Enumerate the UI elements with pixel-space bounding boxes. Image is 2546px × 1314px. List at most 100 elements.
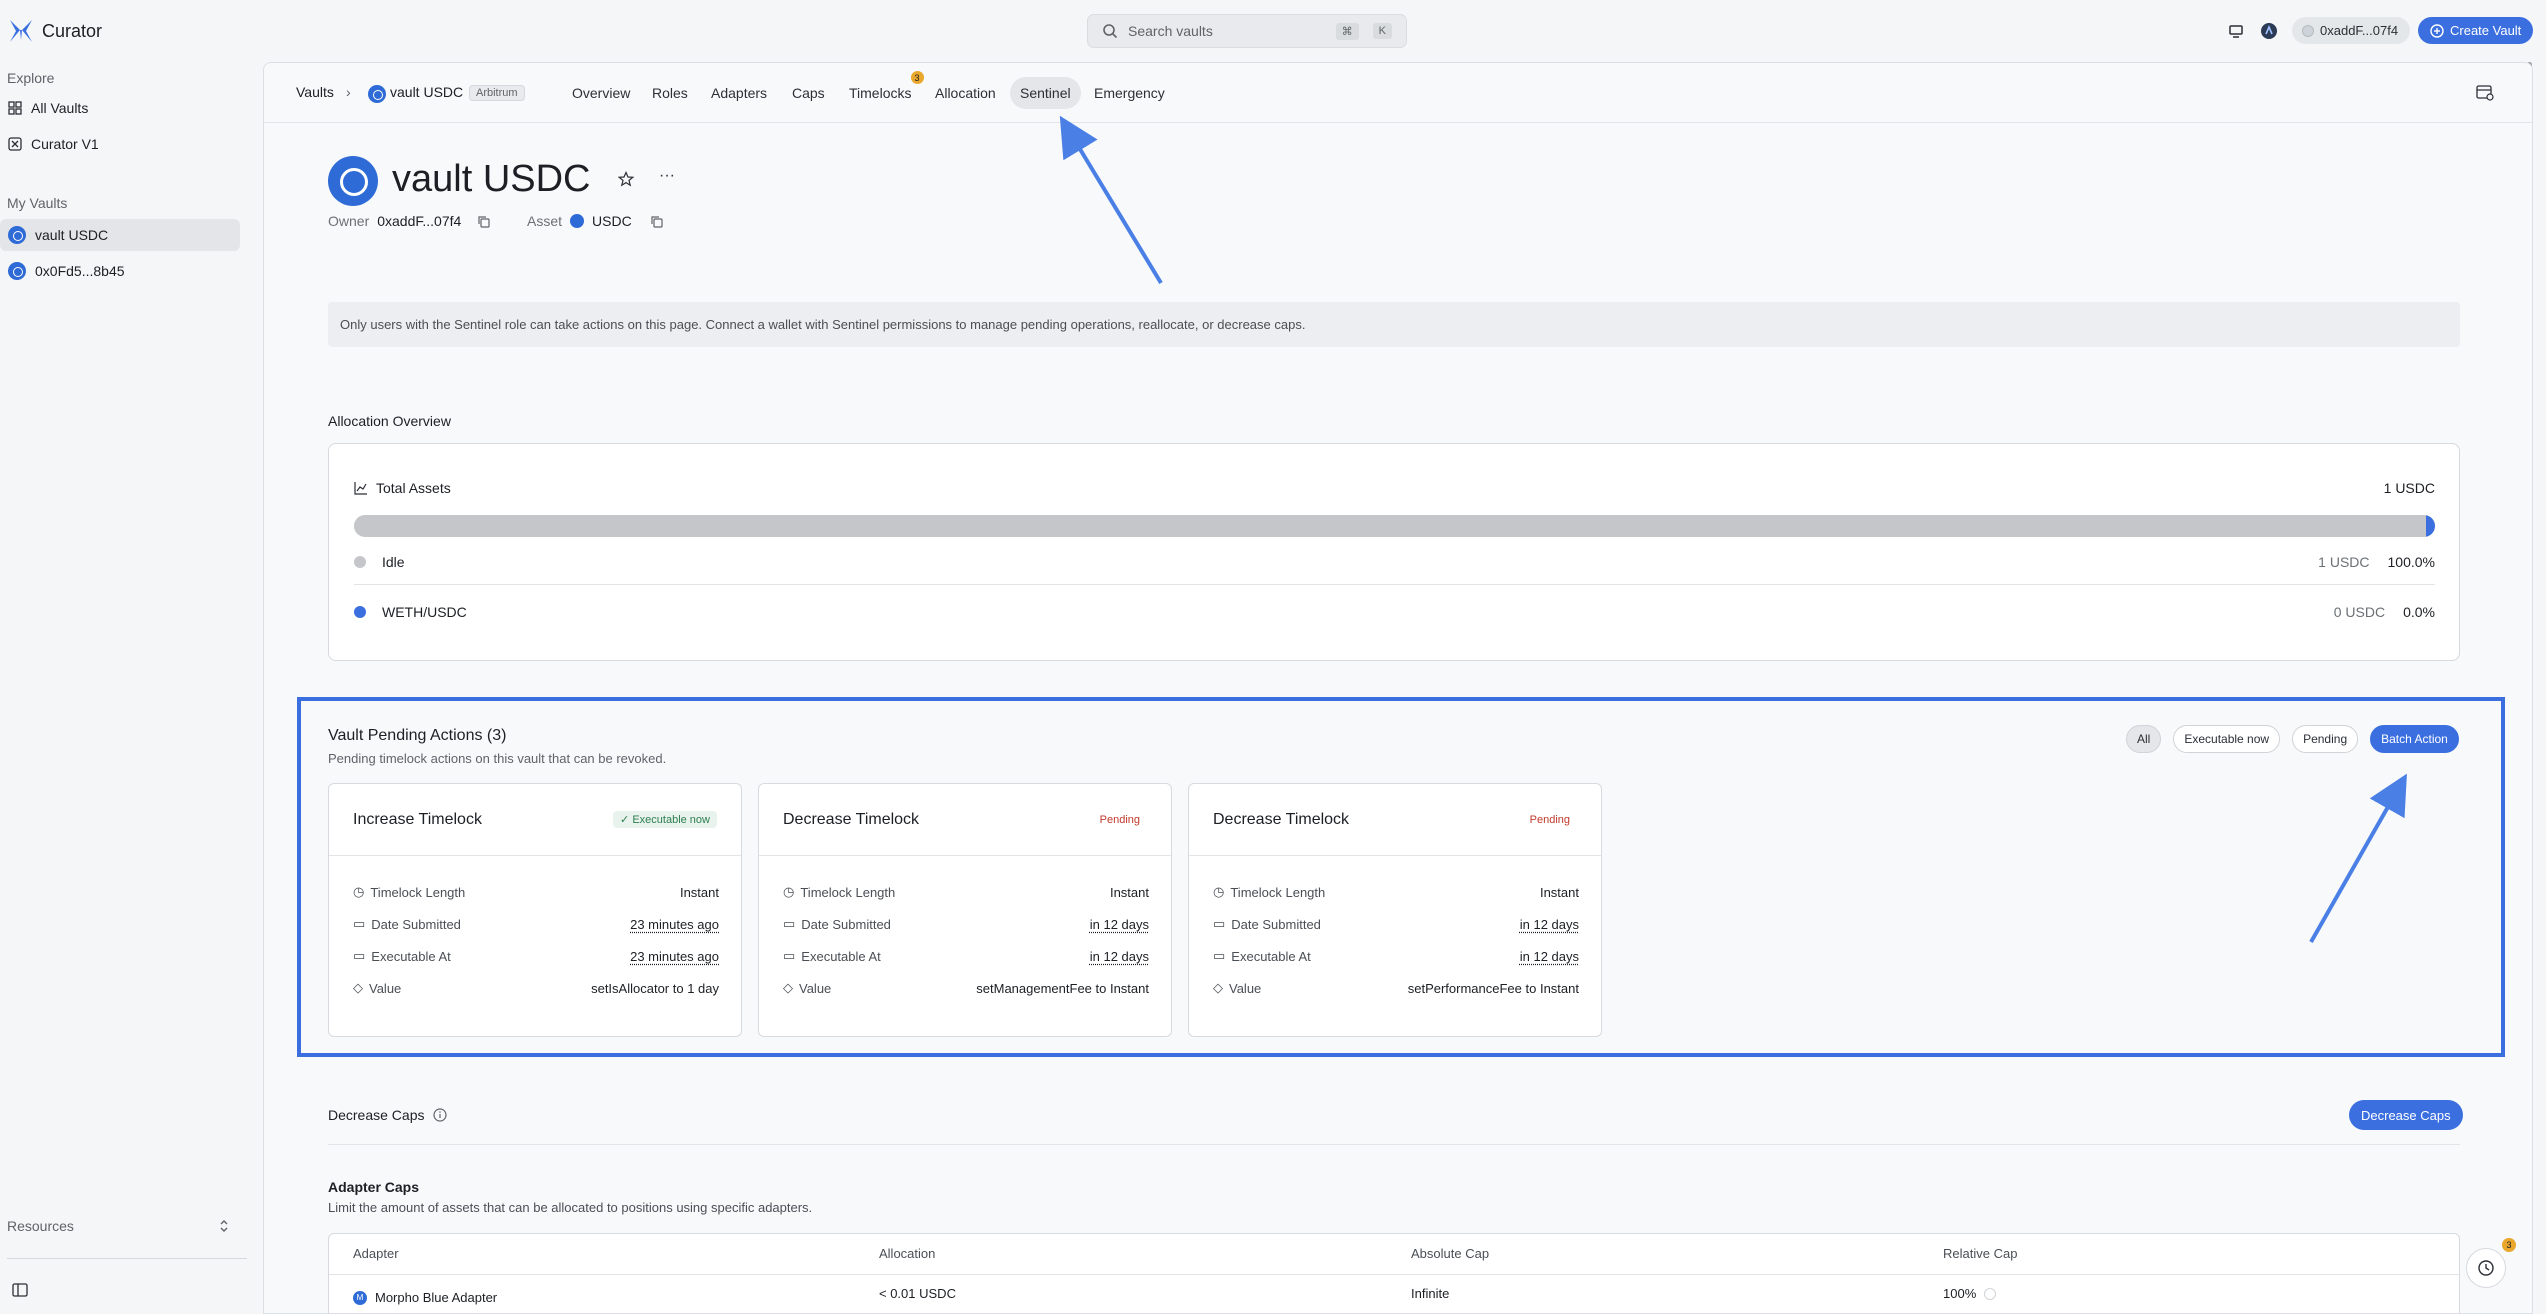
wallet-button[interactable]: 0xaddF...07f4 (2292, 17, 2411, 44)
tab-overview[interactable]: Overview (562, 77, 640, 109)
butterfly-logo-icon (10, 20, 32, 42)
row-label: Timelock Length (370, 884, 466, 900)
pending-actions-title: Vault Pending Actions (3) (328, 727, 507, 744)
info-icon[interactable] (432, 1108, 447, 1122)
filter-pending-button[interactable]: Pending (2292, 725, 2359, 753)
tab-caps[interactable]: Caps (782, 77, 835, 109)
monitor-icon[interactable] (2224, 19, 2248, 43)
star-icon[interactable] (617, 171, 635, 192)
legend-dot (354, 556, 366, 568)
card-header: Decrease Timelock Pending (759, 784, 1171, 856)
resources-label: Resources (7, 1218, 74, 1234)
cell-text: Morpho Blue Adapter (375, 1290, 498, 1305)
sidebar-item-vault-usdc[interactable]: vault USDC (0, 219, 240, 251)
sidebar-item-vault-0x0fd5[interactable]: 0x0Fd5...8b45 (0, 255, 240, 287)
resources-toggle[interactable]: Resources (7, 1218, 229, 1234)
copy-icon[interactable] (477, 215, 490, 228)
tab-label: Sentinel (1020, 85, 1071, 101)
sidebar-collapse-icon[interactable] (12, 1283, 28, 1302)
total-assets-row: Total Assets 1 USDC (354, 480, 2435, 496)
history-button[interactable] (2466, 1248, 2506, 1288)
sentinel-notice: Only users with the Sentinel role can ta… (328, 302, 2460, 347)
pending-action-card: Increase Timelock ✓ Executable now ◷ Time… (328, 783, 742, 1037)
column-header: Relative Cap (1943, 1246, 2018, 1261)
batch-action-button[interactable]: Batch Action (2370, 725, 2459, 753)
copy-icon[interactable] (650, 215, 663, 228)
column-header: Adapter (353, 1246, 399, 1261)
row-value: setIsAllocator to 1 day (591, 980, 719, 996)
executable-at-row: ▭ Executable At in 12 days (1213, 948, 1579, 964)
allocation-legend-weth-usdc: WETH/USDC 0 USDC 0.0% (354, 604, 2435, 620)
breadcrumb-vaults[interactable]: Vaults (296, 84, 334, 100)
status-badge: ✓ Executable now (613, 811, 717, 828)
filter-all-button[interactable]: All (2126, 725, 2162, 753)
row-value: Instant (679, 884, 719, 900)
row-label: Date Submitted (371, 916, 461, 932)
search-input[interactable]: Search vaults ⌘ K (1087, 14, 1407, 48)
adapter-caps-subtitle: Limit the amount of assets that can be a… (328, 1200, 813, 1215)
vault-asset: Asset USDC (527, 213, 663, 229)
page-title: vault USDC (392, 158, 591, 200)
executable-at-row: ▭ Executable At 23 minutes ago (353, 948, 719, 964)
shortcut-key: ⌘ (1335, 22, 1359, 40)
breadcrumb-vault[interactable]: vault USDC (390, 84, 463, 100)
row-label: Date Submitted (801, 916, 891, 932)
tab-adapters[interactable]: Adapters (701, 77, 777, 109)
calendar-icon: ▭ (783, 948, 796, 963)
search-icon (1103, 24, 1118, 39)
adapter-caps-table: Adapter Allocation Absolute Cap Relative… (328, 1233, 2460, 1313)
table-cell-adapter: M Morpho Blue Adapter (353, 1290, 497, 1305)
create-vault-button[interactable]: Create Vault (2418, 17, 2534, 44)
row-label: Value (1229, 980, 1262, 996)
vault-nav: Vaults › vault USDC Arbitrum Overview Ro… (264, 63, 2532, 123)
main-panel: Vaults › vault USDC Arbitrum Overview Ro… (263, 62, 2533, 1314)
header-divider (329, 1274, 2459, 1275)
asset-symbol: USDC (592, 213, 632, 229)
tab-label: Timelocks (849, 85, 912, 101)
chevron-up-down-icon (220, 1220, 228, 1232)
sidebar-item-curator-v1[interactable]: Curator V1 (0, 128, 240, 160)
sidebar-item-label: vault USDC (35, 227, 109, 243)
row-value: Instant (1109, 884, 1149, 900)
status-badge: Pending (1099, 813, 1140, 826)
calendar-icon: ▭ (783, 916, 796, 931)
table-cell-absolute-cap: Infinite (1411, 1286, 1450, 1301)
row-label: Executable At (1231, 948, 1311, 964)
legend-divider (354, 584, 2435, 585)
tab-label: Emergency (1094, 85, 1165, 101)
tab-roles[interactable]: Roles (642, 77, 698, 109)
row-value: in 12 days (1519, 948, 1579, 964)
filter-executable-button[interactable]: Executable now (2173, 725, 2281, 753)
allocation-bar (354, 515, 2435, 537)
total-assets-value: 1 USDC (2383, 480, 2435, 496)
tab-allocation[interactable]: Allocation (925, 77, 1006, 109)
tab-emergency[interactable]: Emergency (1084, 77, 1175, 109)
network-icon[interactable] (2257, 19, 2281, 43)
app-logo[interactable]: Curator (8, 18, 102, 44)
status-badge: Pending (1529, 813, 1570, 826)
column-header: Allocation (879, 1246, 936, 1261)
clock-icon: ◷ (783, 884, 795, 899)
chart-line-icon (354, 482, 367, 495)
calendar-settings-icon[interactable] (2476, 83, 2494, 106)
card-header: Increase Timelock ✓ Executable now (329, 784, 741, 856)
sidebar-item-all-vaults[interactable]: All Vaults (0, 92, 240, 124)
create-vault-label: Create Vault (2450, 23, 2522, 38)
executable-at-row: ▭ Executable At in 12 days (783, 948, 1149, 964)
legend-dot (354, 606, 366, 618)
grid-icon (8, 101, 22, 115)
row-value: 23 minutes ago (630, 948, 719, 964)
owner-address: 0xaddF...07f4 (377, 213, 462, 229)
tab-label: Caps (792, 85, 825, 101)
usdc-vault-icon (368, 85, 386, 103)
allocation-overview-card: Total Assets 1 USDC Idle 1 USDC 100.0% W… (328, 443, 2460, 661)
shortcut-key: K (1372, 23, 1392, 39)
decrease-caps-button[interactable]: Decrease Caps (2349, 1100, 2463, 1130)
tab-sentinel[interactable]: Sentinel (1010, 77, 1081, 109)
more-options-icon[interactable]: ··· (659, 167, 675, 185)
card-header: Decrease Timelock Pending (1189, 784, 1601, 856)
legend-percent: 0.0% (2403, 604, 2435, 620)
top-bar: Curator Search vaults ⌘ K 0xaddF...07f4 … (0, 0, 2546, 62)
tab-timelocks[interactable]: Timelocks 3 (839, 71, 924, 109)
row-label: Timelock Length (800, 884, 896, 900)
